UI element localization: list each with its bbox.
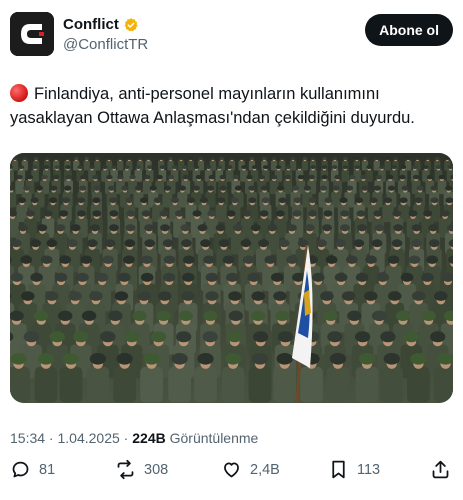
- avatar[interactable]: [10, 12, 54, 56]
- views-count: 224B: [132, 430, 166, 446]
- post-time[interactable]: 15:34: [10, 430, 45, 446]
- tweet-media-image[interactable]: [10, 153, 453, 403]
- red-circle-icon: [10, 84, 28, 102]
- meta-separator: ·: [45, 430, 58, 446]
- repost-count: 308: [144, 461, 169, 478]
- tweet-meta: 15:34 · 1.04.2025 · 224B Görüntülenme: [10, 430, 258, 446]
- repost-button[interactable]: 308: [115, 459, 168, 480]
- reply-icon: [12, 461, 29, 478]
- tweet-header: Conflict @ConflictTR Abone ol: [10, 12, 453, 60]
- tweet-text: Finlandiya, anti-personel mayınların kul…: [10, 82, 455, 130]
- like-button[interactable]: 2,4B: [221, 459, 280, 480]
- reply-button[interactable]: 81: [10, 459, 55, 480]
- author-names: Conflict @ConflictTR: [63, 16, 148, 53]
- meta-separator-2: ·: [119, 430, 133, 446]
- display-name[interactable]: Conflict: [63, 16, 119, 33]
- like-count: 2,4B: [250, 461, 280, 478]
- bookmark-icon: [332, 460, 345, 479]
- post-date[interactable]: 1.04.2025: [58, 430, 120, 446]
- follow-button[interactable]: Abone ol: [365, 14, 453, 46]
- heart-icon: [224, 462, 239, 478]
- share-button[interactable]: [430, 459, 451, 480]
- views-label: Görüntülenme: [165, 430, 259, 446]
- share-icon: [432, 460, 449, 479]
- verified-badge-icon: [124, 17, 138, 31]
- bookmark-count: 113: [357, 461, 381, 478]
- repost-icon: [117, 459, 134, 480]
- soldiers-photo: [10, 153, 453, 403]
- bookmark-button[interactable]: 113: [328, 459, 380, 480]
- tweet-body: Finlandiya, anti-personel mayınların kul…: [10, 85, 415, 127]
- handle[interactable]: @ConflictTR: [63, 36, 148, 53]
- reply-count: 81: [39, 461, 56, 478]
- conflict-logo-icon: [10, 12, 54, 56]
- action-bar: 81 308 2,4B 113: [10, 459, 453, 487]
